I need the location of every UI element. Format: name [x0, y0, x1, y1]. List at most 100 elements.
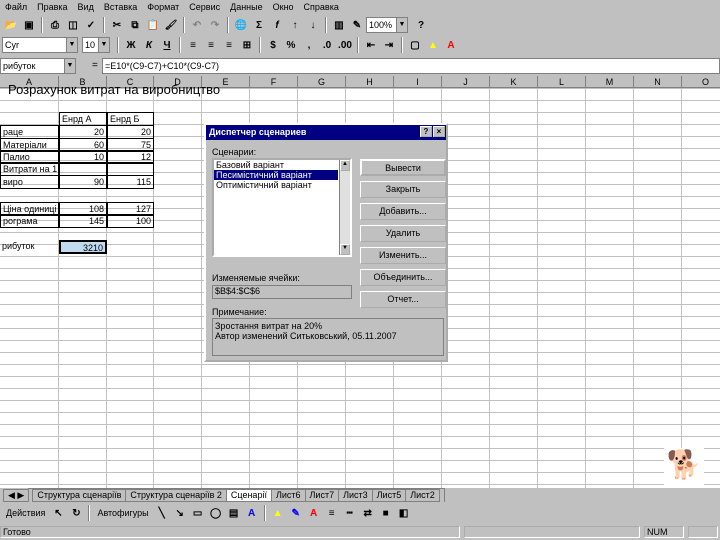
merge-center-icon[interactable]: ⊞ — [239, 37, 255, 53]
menu-item[interactable]: Сервис — [184, 0, 225, 14]
format-painter-icon[interactable]: 🖌 — [163, 17, 179, 33]
table-cell[interactable] — [107, 162, 154, 176]
table-cell[interactable]: 90 — [59, 175, 107, 189]
redo-icon[interactable]: ↷ — [207, 17, 223, 33]
dialog-button[interactable]: Закрыть — [360, 181, 446, 198]
dialog-button[interactable]: Отчет... — [360, 291, 446, 308]
table-cell[interactable]: 3210 — [59, 240, 107, 254]
align-right-icon[interactable]: ≡ — [221, 37, 237, 53]
table-cell[interactable]: 20 — [59, 125, 107, 139]
increase-indent-icon[interactable]: ⇥ — [381, 37, 397, 53]
decrease-indent-icon[interactable]: ⇤ — [363, 37, 379, 53]
column-header[interactable]: O — [682, 76, 720, 88]
rectangle-icon[interactable]: ▭ — [190, 505, 206, 521]
thousands-icon[interactable]: , — [301, 37, 317, 53]
line-icon[interactable]: ╲ — [154, 505, 170, 521]
hyperlink-icon[interactable]: 🌐 — [233, 17, 249, 33]
office-assistant-icon[interactable]: 🐕 — [664, 448, 704, 488]
table-cell[interactable]: рибуток — [0, 240, 59, 254]
help-icon[interactable]: ? — [420, 126, 432, 137]
tab-sheet[interactable]: Лист6 — [270, 489, 306, 502]
column-header[interactable]: I — [394, 76, 442, 88]
table-cell[interactable] — [59, 162, 107, 176]
save-icon[interactable]: ▣ — [21, 17, 37, 33]
dialog-button[interactable]: Изменить... — [360, 247, 446, 264]
list-item[interactable]: Оптимістичний варіант — [214, 180, 338, 190]
cut-icon[interactable]: ✂ — [109, 17, 125, 33]
function-icon[interactable]: f — [269, 17, 285, 33]
close-icon[interactable]: × — [433, 126, 445, 137]
list-item[interactable]: Базовий варіант — [214, 160, 338, 170]
menu-item[interactable]: Формат — [142, 0, 184, 14]
tab-sheet[interactable]: Лист3 — [338, 489, 373, 502]
tab-sheet[interactable]: Сценарії — [225, 489, 272, 502]
menu-item[interactable]: Вставка — [99, 0, 142, 14]
column-header[interactable]: N — [634, 76, 682, 88]
column-header[interactable]: G — [298, 76, 346, 88]
open-icon[interactable]: 📂 — [3, 17, 19, 33]
tab-sheet[interactable]: Структура сценаріїв — [32, 489, 127, 502]
chart-icon[interactable]: ▥ — [331, 17, 347, 33]
table-cell[interactable]: 115 — [107, 175, 154, 189]
autosum-icon[interactable]: Σ — [251, 17, 267, 33]
currency-icon[interactable]: $ — [265, 37, 281, 53]
dialog-button[interactable]: Удалить — [360, 225, 446, 242]
italic-button[interactable]: К — [141, 37, 157, 53]
table-cell[interactable]: 100 — [107, 214, 154, 228]
font-size-select[interactable]: 10 ▼ — [82, 37, 110, 53]
rotate-icon[interactable]: ↻ — [68, 505, 84, 521]
column-header[interactable]: K — [490, 76, 538, 88]
tab-sheet[interactable]: Структура сценаріїв 2 — [125, 489, 227, 502]
sort-asc-icon[interactable]: ↑ — [287, 17, 303, 33]
align-left-icon[interactable]: ≡ — [185, 37, 201, 53]
column-header[interactable]: F — [250, 76, 298, 88]
drawing-icon[interactable]: ✎ — [349, 17, 365, 33]
menu-item[interactable]: Вид — [73, 0, 99, 14]
textbox-icon[interactable]: ▤ — [226, 505, 242, 521]
column-header[interactable]: M — [586, 76, 634, 88]
decrease-decimal-icon[interactable]: .00 — [337, 37, 353, 53]
draw-menu[interactable]: Действия — [2, 508, 49, 518]
table-cell[interactable]: 20 — [107, 125, 154, 139]
table-cell[interactable]: рограма — [0, 214, 59, 228]
3d-icon[interactable]: ◧ — [396, 505, 412, 521]
dialog-button[interactable]: Вывести — [360, 159, 446, 176]
font-color-icon[interactable]: A — [443, 37, 459, 53]
preview-icon[interactable]: ◫ — [65, 17, 81, 33]
tab-sheet[interactable]: Лист5 — [371, 489, 407, 502]
percent-icon[interactable]: % — [283, 37, 299, 53]
oval-icon[interactable]: ◯ — [208, 505, 224, 521]
tab-nav-icon[interactable]: ◀ ▶ — [3, 489, 30, 502]
line-color-icon[interactable]: ✎ — [288, 505, 304, 521]
fill-color-icon[interactable]: ▲ — [270, 505, 286, 521]
help-icon[interactable]: ? — [413, 17, 429, 33]
line-style-icon[interactable]: ≡ — [324, 505, 340, 521]
column-header[interactable]: H — [346, 76, 394, 88]
formula-input[interactable]: =E10*(C9-C7)+C10*(C9-C7) — [102, 58, 720, 74]
menu-item[interactable]: Окно — [268, 0, 299, 14]
dialog-button[interactable]: Объединить... — [360, 269, 446, 286]
align-center-icon[interactable]: ≡ — [203, 37, 219, 53]
undo-icon[interactable]: ↶ — [189, 17, 205, 33]
name-box[interactable]: рибуток ▼ — [0, 58, 76, 74]
wordart-icon[interactable]: A — [244, 505, 260, 521]
zoom-select[interactable]: 100% ▼ — [366, 17, 408, 33]
autoshapes-menu[interactable]: Автофигуры — [93, 508, 152, 518]
scenario-list[interactable]: Базовий варіант Песимістичний варіант Опти… — [212, 158, 352, 257]
dash-style-icon[interactable]: ┅ — [342, 505, 358, 521]
tab-sheet[interactable]: Лист2 — [405, 489, 440, 502]
bold-button[interactable]: Ж — [123, 37, 139, 53]
shadow-icon[interactable]: ■ — [378, 505, 394, 521]
list-item[interactable]: Песимістичний варіант — [214, 170, 338, 180]
scroll-up-icon[interactable]: ▲ — [340, 160, 350, 171]
font-color-icon[interactable]: A — [306, 505, 322, 521]
copy-icon[interactable]: ⧉ — [127, 17, 143, 33]
scroll-down-icon[interactable]: ▼ — [340, 244, 350, 255]
dialog-button[interactable]: Добавить... — [360, 203, 446, 220]
paste-icon[interactable]: 📋 — [145, 17, 161, 33]
fill-color-icon[interactable]: ▲ — [425, 37, 441, 53]
sort-desc-icon[interactable]: ↓ — [305, 17, 321, 33]
arrow-style-icon[interactable]: ⇄ — [360, 505, 376, 521]
menu-item[interactable]: Файл — [0, 0, 32, 14]
list-scrollbar[interactable]: ▲ ▼ — [339, 160, 350, 255]
